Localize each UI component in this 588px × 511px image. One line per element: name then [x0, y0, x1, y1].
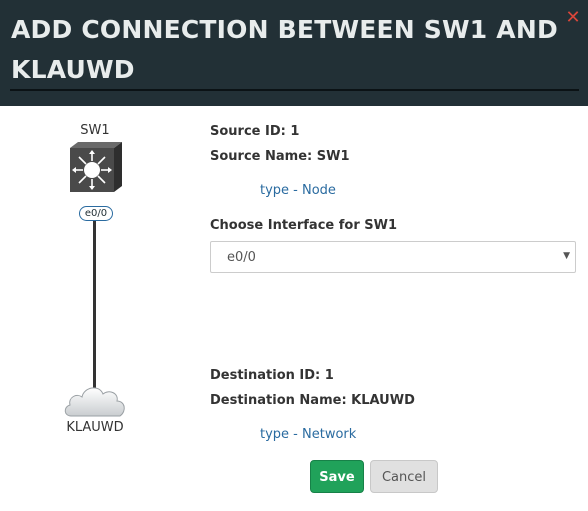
destination-type: type - Network: [260, 427, 357, 442]
dialog-title: ADD CONNECTION BETWEEN SW1 AND KLAUWD: [11, 15, 558, 84]
interface-select-label: Choose Interface for SW1: [210, 218, 398, 233]
destination-id: Destination ID: 1: [210, 368, 334, 383]
source-node-label: SW1: [80, 123, 110, 138]
chevron-down-icon: ▼: [563, 251, 570, 261]
interface-select[interactable]: e0/0 ▼: [210, 241, 576, 273]
connection-line: [93, 220, 96, 403]
cancel-button[interactable]: Cancel: [370, 460, 438, 493]
dialog-header: ADD CONNECTION BETWEEN SW1 AND KLAUWD ✕: [0, 0, 588, 106]
destination-node-label: KLAUWD: [66, 420, 124, 435]
title-divider: [10, 89, 579, 91]
destination-name: Destination Name: KLAUWD: [210, 393, 415, 408]
save-button[interactable]: Save: [310, 460, 364, 493]
switch-icon: [70, 142, 122, 192]
interface-badge: e0/0: [79, 206, 113, 221]
cloud-icon: [64, 387, 125, 417]
close-icon[interactable]: ✕: [563, 8, 583, 28]
source-name: Source Name: SW1: [210, 149, 350, 164]
source-id: Source ID: 1: [210, 124, 300, 139]
source-type: type - Node: [260, 183, 336, 198]
interface-select-value: e0/0: [227, 250, 256, 265]
